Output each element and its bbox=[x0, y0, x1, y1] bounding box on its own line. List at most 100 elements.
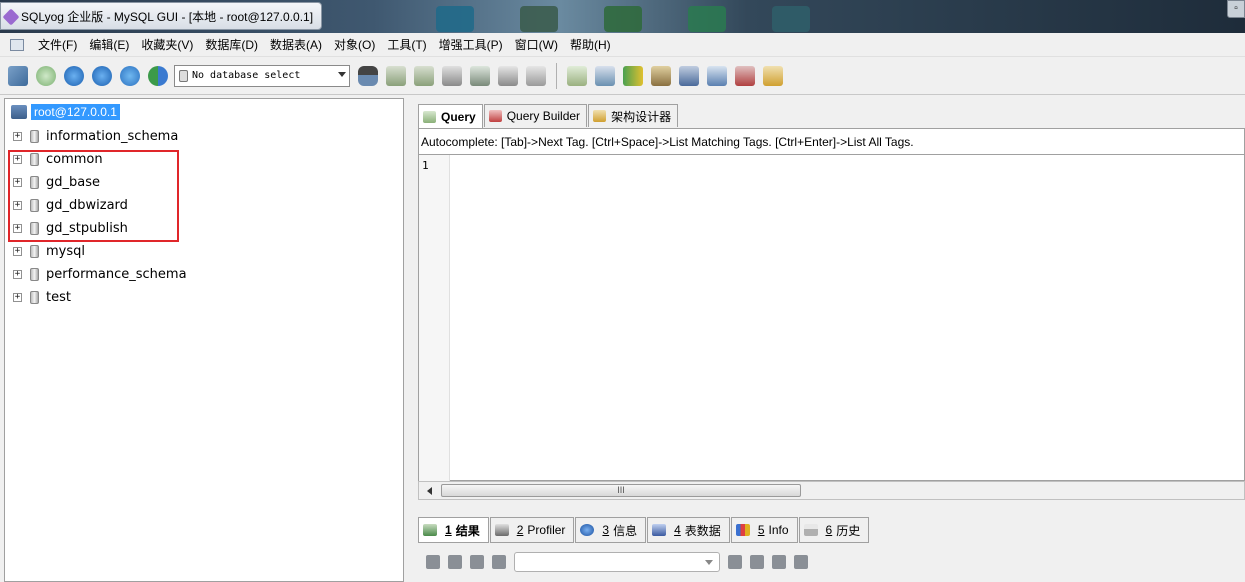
toolbar-separator bbox=[556, 62, 557, 89]
menu-edit[interactable]: 编辑(E) bbox=[83, 34, 135, 56]
menu-tools[interactable]: 工具(T) bbox=[381, 34, 432, 56]
database-name: mysql bbox=[46, 243, 85, 259]
expand-icon[interactable]: + bbox=[13, 131, 22, 141]
tb-tool-button-1[interactable] bbox=[565, 64, 589, 88]
tab-history[interactable]: 6 历史 bbox=[798, 517, 870, 543]
result-toolbar bbox=[418, 548, 812, 576]
query-tab-bar: Query Query Builder 架构设计器 bbox=[418, 104, 679, 128]
tree-item-database[interactable]: + test bbox=[13, 287, 71, 307]
menu-database[interactable]: 数据库(D) bbox=[199, 34, 264, 56]
grid-view-icon[interactable] bbox=[470, 555, 484, 569]
object-browser: root@127.0.0.1 + information_schema + co… bbox=[4, 98, 404, 582]
refresh-icon bbox=[120, 65, 140, 86]
table-icon bbox=[470, 65, 490, 86]
tb-tool-button-6[interactable] bbox=[705, 64, 729, 88]
scheduler-icon bbox=[595, 65, 615, 86]
tb-schema-button[interactable] bbox=[524, 64, 548, 88]
menu-help[interactable]: 帮助(H) bbox=[564, 34, 617, 56]
tab-query[interactable]: Query bbox=[418, 104, 483, 128]
calendar-icon bbox=[803, 524, 818, 536]
tb-sync-button[interactable] bbox=[412, 64, 436, 88]
tb-tool-button-8[interactable] bbox=[761, 64, 785, 88]
sync-icon bbox=[414, 65, 434, 86]
decorative-shape-1 bbox=[436, 6, 474, 32]
backup-icon bbox=[679, 65, 699, 86]
tab-profiler-label: Profiler bbox=[527, 523, 566, 537]
menu-file[interactable]: 文件(F) bbox=[32, 34, 83, 56]
tab-messages[interactable]: 3 信息 bbox=[575, 517, 647, 543]
save-icon[interactable] bbox=[750, 555, 764, 569]
sql-editor[interactable]: 1 bbox=[418, 154, 1245, 482]
tb-tool-button-4[interactable] bbox=[649, 64, 673, 88]
autocomplete-hint-bar: Autocomplete: [Tab]->Next Tag. [Ctrl+Spa… bbox=[418, 128, 1245, 154]
database-selector-value: No database select bbox=[192, 70, 301, 81]
tree-item-database[interactable]: + performance_schema bbox=[13, 264, 187, 284]
copy-result-icon[interactable] bbox=[448, 555, 462, 569]
chevron-down-icon bbox=[705, 560, 713, 565]
database-icon bbox=[30, 267, 39, 281]
refresh-result-icon[interactable] bbox=[794, 555, 808, 569]
tb-tool-button-3[interactable] bbox=[621, 64, 645, 88]
tab-schema-designer[interactable]: 架构设计器 bbox=[588, 104, 679, 127]
line-number: 1 bbox=[422, 159, 429, 172]
tab-history-label: 历史 bbox=[836, 523, 861, 538]
tb-tool-button-5[interactable] bbox=[677, 64, 701, 88]
new-connection-button[interactable] bbox=[6, 64, 30, 88]
decorative-shape-4 bbox=[688, 6, 726, 32]
menu-object[interactable]: 对象(O) bbox=[328, 34, 381, 56]
wand-icon bbox=[567, 65, 587, 86]
result-grid-icon bbox=[423, 524, 437, 536]
tree-root-connection[interactable]: root@127.0.0.1 bbox=[11, 102, 120, 121]
tb-tool-button-2[interactable] bbox=[593, 64, 617, 88]
tb-grid-button[interactable] bbox=[496, 64, 520, 88]
scroll-left-arrow-icon[interactable] bbox=[427, 487, 432, 495]
tab-messages-num: 3 bbox=[602, 523, 610, 537]
tb-import-button[interactable] bbox=[440, 64, 464, 88]
delete-row-icon[interactable] bbox=[772, 555, 786, 569]
user-icon bbox=[358, 65, 378, 86]
execute-all-button[interactable] bbox=[90, 64, 114, 88]
new-query-button[interactable] bbox=[34, 64, 58, 88]
tb-table-button[interactable] bbox=[468, 64, 492, 88]
window-control-button[interactable]: ▫ bbox=[1227, 0, 1245, 18]
tree-item-database[interactable]: + mysql bbox=[13, 241, 85, 261]
expand-icon[interactable]: + bbox=[13, 292, 22, 302]
scrollbar-thumb[interactable]: III bbox=[441, 484, 801, 497]
user-manager-button[interactable] bbox=[356, 64, 380, 88]
menu-table[interactable]: 数据表(A) bbox=[264, 34, 328, 56]
tab-history-num: 6 bbox=[825, 523, 833, 537]
users-button[interactable] bbox=[146, 64, 170, 88]
database-name: performance_schema bbox=[46, 266, 187, 282]
execute-button[interactable] bbox=[62, 64, 86, 88]
tab-table-data-num: 4 bbox=[674, 523, 681, 537]
info-icon bbox=[580, 524, 595, 536]
window-system-icon[interactable] bbox=[10, 38, 24, 51]
window-title-tab[interactable]: SQLyog 企业版 - MySQL GUI - [本地 - root@127.… bbox=[0, 2, 323, 30]
title-bar: SQLyog 企业版 - MySQL GUI - [本地 - root@127.… bbox=[0, 0, 1245, 33]
expand-icon[interactable]: + bbox=[13, 269, 22, 279]
pane-splitter[interactable] bbox=[404, 98, 418, 582]
menu-powertools[interactable]: 增强工具(P) bbox=[433, 34, 509, 56]
horizontal-scrollbar[interactable]: III bbox=[418, 481, 1245, 500]
tab-profiler[interactable]: 2 Profiler bbox=[489, 517, 575, 543]
tb-copy-db-button[interactable] bbox=[384, 64, 408, 88]
tb-tool-button-7[interactable] bbox=[733, 64, 757, 88]
tree-item-database[interactable]: + information_schema bbox=[13, 126, 178, 146]
add-row-icon[interactable] bbox=[728, 555, 742, 569]
database-selector[interactable]: No database select bbox=[174, 64, 350, 87]
export-icon[interactable] bbox=[426, 555, 440, 569]
menu-window[interactable]: 窗口(W) bbox=[509, 34, 564, 56]
database-icon bbox=[30, 244, 39, 258]
table-data-icon bbox=[652, 524, 667, 536]
import-icon bbox=[442, 65, 462, 86]
refresh-button[interactable] bbox=[118, 64, 142, 88]
tab-result[interactable]: 1 结果 bbox=[418, 517, 489, 543]
query-builder-icon bbox=[488, 110, 502, 122]
tab-table-data[interactable]: 4 表数据 bbox=[647, 517, 730, 543]
menu-favorites[interactable]: 收藏夹(V) bbox=[135, 34, 199, 56]
tab-query-builder[interactable]: Query Builder bbox=[483, 104, 588, 127]
form-view-icon[interactable] bbox=[492, 555, 506, 569]
result-mode-dropdown[interactable] bbox=[514, 552, 720, 572]
expand-icon[interactable]: + bbox=[13, 246, 22, 256]
tab-info[interactable]: 5 Info bbox=[730, 517, 798, 543]
